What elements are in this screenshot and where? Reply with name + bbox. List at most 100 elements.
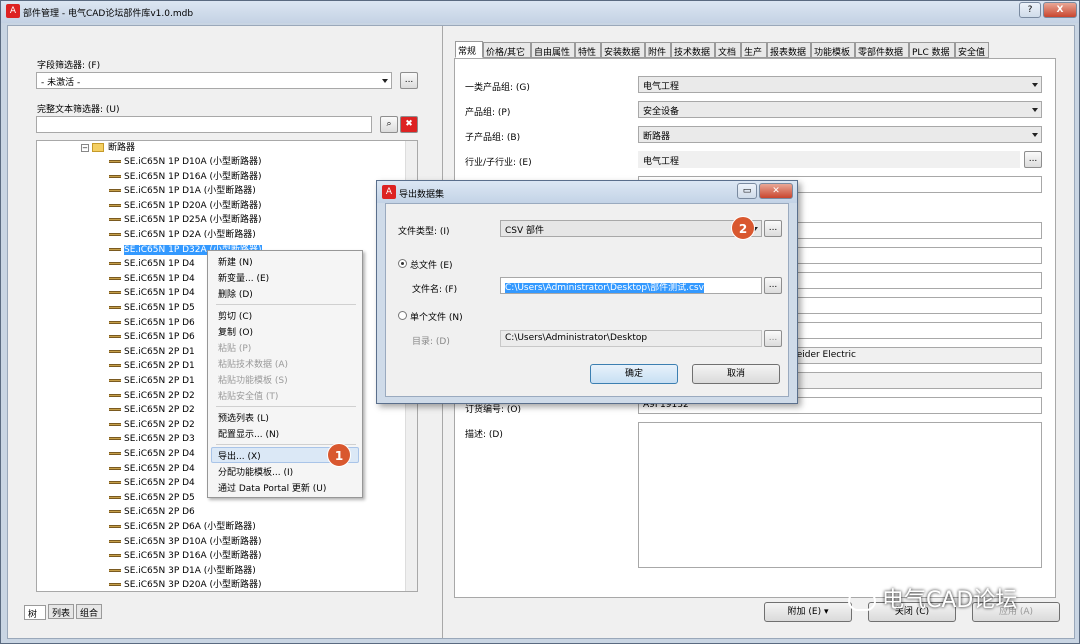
filename-input[interactable]: C:\Users\Administrator\Desktop\部件测试.csv	[500, 277, 762, 294]
tab-feature[interactable]: 特性	[575, 42, 601, 58]
tree-item[interactable]: SE.iC65N 1P D20A (小型断路器)	[109, 199, 262, 213]
part-icon	[109, 554, 121, 558]
tree-item[interactable]: SE.iC65N 2P D3	[109, 432, 195, 446]
tree-item[interactable]: SE.iC65N 2P D1	[109, 345, 195, 359]
tree-item[interactable]: SE.iC65N 1P D25A (小型断路器)	[109, 213, 262, 227]
tree-item[interactable]: SE.iC65N 1P D2A (小型断路器)	[109, 228, 256, 242]
menu-separator	[216, 304, 356, 305]
tree-item[interactable]: SE.iC65N 3P D10A (小型断路器)	[109, 535, 262, 549]
tree-folder[interactable]: − 断路器	[81, 141, 135, 155]
field-filter-more-button[interactable]: ...	[400, 72, 418, 89]
tab-list[interactable]: 列表	[48, 604, 74, 619]
tree-item-label: SE.iC65N 2P D4	[124, 449, 195, 459]
sub-group-label: 子产品组: (B)	[465, 133, 521, 143]
menu-item[interactable]: 配置显示... (N)	[218, 427, 279, 440]
close-button[interactable]: X	[1043, 2, 1077, 18]
tree-item[interactable]: SE.iC65N 1P D6	[109, 316, 195, 330]
industry-more-button[interactable]: ...	[1024, 151, 1042, 168]
dir-browse-button[interactable]: ...	[764, 330, 782, 347]
tree-item[interactable]: SE.iC65N 2P D4	[109, 476, 195, 490]
menu-item[interactable]: 新变量... (E)	[218, 271, 269, 284]
tab-safety[interactable]: 安全值	[955, 42, 989, 58]
tree-item[interactable]: SE.iC65N 2P D6	[109, 505, 195, 519]
tree-item[interactable]: SE.iC65N 2P D4	[109, 462, 195, 476]
menu-item[interactable]: 通过 Data Portal 更新 (U)	[218, 481, 326, 494]
tree-item-label: SE.iC65N 2P D4	[124, 463, 195, 474]
description-label: 描述: (D)	[465, 430, 503, 440]
menu-item[interactable]: 剪切 (C)	[218, 309, 252, 322]
tree-item[interactable]: SE.iC65N 1P D4	[109, 257, 195, 271]
file-type-more-button[interactable]: ...	[764, 220, 782, 237]
tree-item[interactable]: SE.iC65N 1P D10A (小型断路器)	[109, 155, 262, 169]
tree-item[interactable]: SE.iC65N 1P D4	[109, 272, 195, 286]
tree-item[interactable]: SE.iC65N 2P D2	[109, 418, 195, 432]
tree-item[interactable]: SE.iC65N 1P D6	[109, 330, 195, 344]
text-filter-input[interactable]	[36, 116, 372, 133]
menu-item[interactable]: 新建 (N)	[218, 255, 253, 268]
cancel-button[interactable]: 取消	[692, 364, 780, 384]
tab-price[interactable]: 价格/其它	[483, 42, 531, 58]
menu-item[interactable]: 粘贴技术数据 (A)	[218, 357, 288, 370]
tab-function[interactable]: 功能模板	[811, 42, 855, 58]
tree-item[interactable]: SE.iC65N 1P D16A (小型断路器)	[109, 170, 262, 184]
menu-item[interactable]: 预选列表 (L)	[218, 411, 269, 424]
sub-group-combo[interactable]: 断路器	[638, 126, 1042, 143]
tab-group[interactable]: 组合	[76, 604, 102, 619]
single-file-radio[interactable]	[398, 311, 407, 320]
help-button[interactable]: ?	[1019, 2, 1041, 18]
part-icon	[109, 422, 121, 426]
tab-tree[interactable]: 树	[24, 605, 46, 620]
tab-tech[interactable]: 技术数据	[671, 42, 715, 58]
file-type-combo[interactable]: CSV 部件	[500, 220, 762, 237]
tree-item[interactable]: SE.iC65N 1P D4	[109, 286, 195, 300]
tree-item[interactable]: SE.iC65N 2P D1	[109, 359, 195, 373]
tree-item[interactable]: SE.iC65N 2P D1	[109, 374, 195, 388]
menu-item[interactable]: 粘贴 (P)	[218, 341, 251, 354]
menu-item[interactable]: 分配功能模板... (I)	[218, 465, 293, 478]
description-field[interactable]	[638, 422, 1042, 568]
attach-button[interactable]: 附加 (E) ▾	[764, 602, 852, 622]
menu-item[interactable]: 粘贴功能模板 (S)	[218, 373, 288, 386]
tree-item[interactable]: SE.iC65N 3P D1A (小型断路器)	[109, 564, 256, 578]
folder-icon	[92, 143, 104, 152]
tab-plc[interactable]: PLC 数据	[909, 42, 955, 58]
tab-report[interactable]: 报表数据	[767, 42, 811, 58]
total-file-radio[interactable]	[398, 259, 407, 268]
tab-free-attr[interactable]: 自由属性	[531, 42, 575, 58]
tab-install[interactable]: 安装数据	[601, 42, 645, 58]
field-filter-combo[interactable]: - 未激活 -	[36, 72, 392, 89]
dialog-restore-button[interactable]: ▭	[737, 183, 757, 199]
clear-filter-icon[interactable]: ✖	[400, 116, 418, 133]
product-group2-combo[interactable]: 安全设备	[638, 101, 1042, 118]
tab-production[interactable]: 生产	[741, 42, 767, 58]
part-icon	[109, 510, 121, 514]
tree-item[interactable]: SE.iC65N 2P D2	[109, 403, 195, 417]
tree-item[interactable]: SE.iC65N 2P D4	[109, 447, 195, 461]
binoculars-icon[interactable]: ⌕	[380, 116, 398, 133]
tree-item[interactable]: SE.iC65N 3P D16A (小型断路器)	[109, 549, 262, 563]
dir-input[interactable]: C:\Users\Administrator\Desktop	[500, 330, 762, 347]
filename-browse-button[interactable]: ...	[764, 277, 782, 294]
ok-button[interactable]: 确定	[590, 364, 678, 384]
menu-item[interactable]: 粘贴安全值 (T)	[218, 389, 278, 402]
dialog-close-button[interactable]: ✕	[759, 183, 793, 199]
tree-item[interactable]: SE.iC65N 2P D2	[109, 389, 195, 403]
tree-item[interactable]: SE.iC65N 3P D20A (小型断路器)	[109, 578, 262, 591]
tree-item[interactable]: SE.iC65N 1P D1A (小型断路器)	[109, 184, 256, 198]
tab-component[interactable]: 零部件数据	[855, 42, 909, 58]
tab-accessory[interactable]: 附件	[645, 42, 671, 58]
product-group-value: 电气工程	[643, 82, 680, 92]
tab-general[interactable]: 常规	[455, 41, 483, 58]
tree-item[interactable]: SE.iC65N 2P D6A (小型断路器)	[109, 520, 256, 534]
menu-item[interactable]: 导出... (X)	[218, 449, 261, 462]
tree-item[interactable]: SE.iC65N 2P D5	[109, 491, 195, 505]
collapse-icon[interactable]: −	[81, 143, 89, 152]
tree-item[interactable]: SE.iC65N 1P D5	[109, 301, 195, 315]
total-file-label: 总文件 (E)	[410, 261, 453, 271]
part-icon	[109, 160, 121, 163]
menu-item[interactable]: 复制 (O)	[218, 325, 253, 338]
tree-item-label: SE.iC65N 3P D20A (小型断路器)	[124, 580, 262, 591]
product-group-combo[interactable]: 电气工程	[638, 76, 1042, 93]
tab-doc[interactable]: 文档	[715, 42, 741, 58]
menu-item[interactable]: 删除 (D)	[218, 287, 253, 300]
